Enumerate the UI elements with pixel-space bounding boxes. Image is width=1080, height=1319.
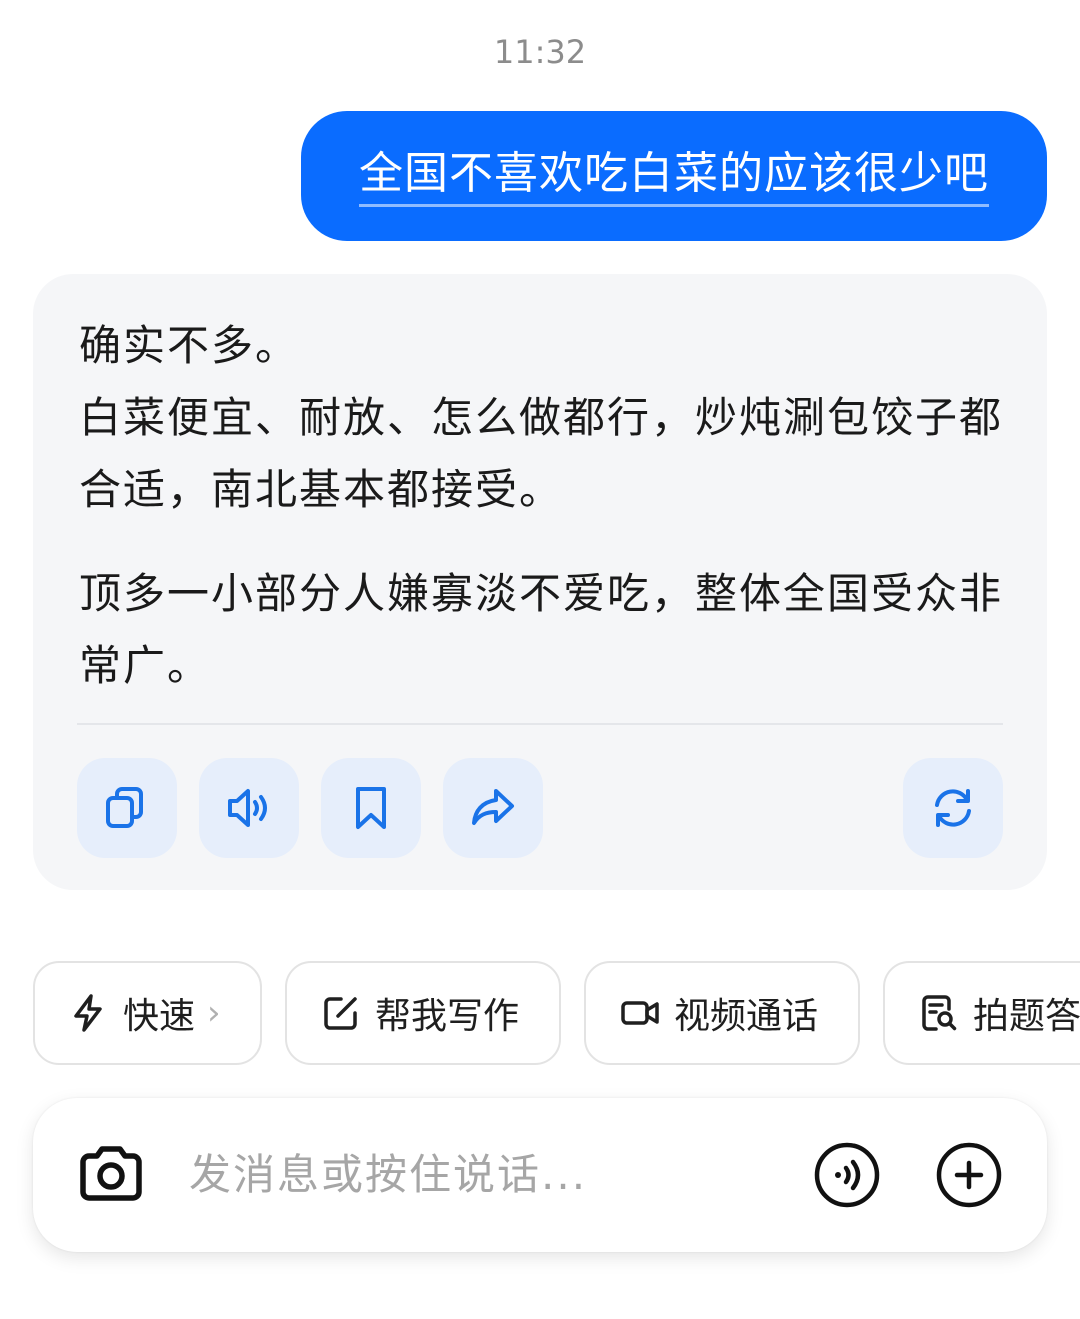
chip-video-call[interactable]: 视频通话 (584, 961, 860, 1065)
copy-icon (106, 787, 143, 828)
speak-button[interactable] (199, 758, 299, 858)
assistant-message-card: 确实不多。 白菜便宜、耐放、怎么做都行，炒炖涮包饺子都合适，南北基本都接受。 顶… (33, 274, 1047, 890)
assistant-line: 确实不多。 (79, 321, 300, 370)
message-input-placeholder[interactable]: 发消息或按住说话... (189, 1145, 587, 1205)
copy-button[interactable] (77, 758, 177, 858)
photo-question-icon (922, 995, 957, 1031)
chip-fast-mode[interactable]: 快速 › (33, 961, 262, 1065)
chip-help-write[interactable]: 帮我写作 (285, 961, 561, 1065)
user-message-bubble[interactable]: 全国不喜欢吃白菜的应该很少吧 (301, 111, 1047, 241)
bookmark-button[interactable] (321, 758, 421, 858)
assistant-line: 顶多一小部分人嫌寡淡不爱吃，整体全国受众非常广。 (79, 569, 1004, 690)
chip-label: 帮我写作 (375, 996, 520, 1037)
chevron-right-icon: › (207, 993, 221, 1033)
assistant-line: 白菜便宜、耐放、怎么做都行，炒炖涮包饺子都合适，南北基本都接受。 (79, 393, 1004, 514)
user-message-text: 全国不喜欢吃白菜的应该很少吧 (359, 146, 989, 207)
message-input-bar[interactable]: 发消息或按住说话... (33, 1098, 1047, 1252)
message-timestamp: 11:32 (493, 33, 587, 71)
plus-icon[interactable] (935, 1141, 1003, 1209)
chat-screen: 11:32 全国不喜欢吃白菜的应该很少吧 确实不多。 白菜便宜、耐放、怎么做都行… (0, 0, 1080, 1319)
video-icon (621, 1001, 659, 1025)
lightning-icon (74, 994, 102, 1032)
edit-icon (324, 997, 357, 1030)
chip-label: 拍题答疑 (973, 996, 1080, 1037)
share-button[interactable] (443, 758, 543, 858)
assistant-message-text: 确实不多。 白菜便宜、耐放、怎么做都行，炒炖涮包饺子都合适，南北基本都接受。 顶… (79, 310, 1009, 702)
voice-input-icon[interactable] (813, 1141, 881, 1209)
refresh-icon (935, 789, 971, 827)
chip-label: 快速 (123, 996, 196, 1037)
bookmark-icon (356, 787, 386, 829)
regenerate-button[interactable] (903, 758, 1003, 858)
share-icon (472, 789, 514, 825)
speaker-icon (228, 789, 267, 827)
chip-photo-question[interactable]: 拍题答疑 (883, 961, 1080, 1065)
camera-icon[interactable] (75, 1138, 147, 1210)
card-divider (77, 723, 1003, 725)
chip-label: 视频通话 (674, 996, 819, 1037)
